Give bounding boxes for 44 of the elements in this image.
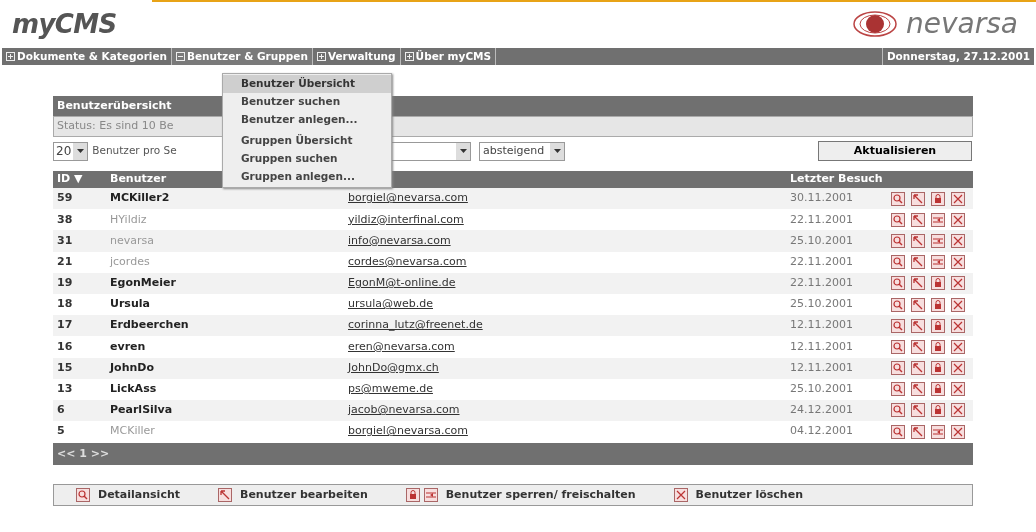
- id-cell-text: 15: [56, 359, 74, 376]
- date-cell-text: 24.12.2001: [789, 402, 854, 419]
- username-cell-text: Erdbeerchen: [109, 317, 190, 334]
- date-cell-text: 04.12.2001: [789, 423, 854, 440]
- legend-label: Benutzer löschen: [695, 487, 803, 503]
- username-cell-text: nevarsa: [109, 232, 155, 249]
- username-cell-text: MCKiller2: [109, 190, 171, 207]
- legend-label: Benutzer sperren/ freischalten: [445, 487, 636, 503]
- date-cell-text: 30.11.2001: [789, 190, 854, 207]
- id-cell-text: 21: [56, 253, 74, 270]
- id-cell-text: 17: [56, 317, 74, 334]
- legend-label: Detailansicht: [98, 487, 180, 503]
- id-cell-text: 38: [56, 211, 74, 228]
- id-cell-text: 13: [56, 381, 74, 398]
- id-cell-text: 16: [56, 338, 74, 355]
- date-cell-text: 12.11.2001: [789, 317, 854, 334]
- id-cell-text: 18: [56, 296, 74, 313]
- username-cell-text: LickAss: [109, 381, 158, 398]
- username-cell-text: Ursula: [109, 296, 151, 313]
- date-cell-text: 22.11.2001: [789, 253, 854, 270]
- id-cell-text: 19: [56, 275, 74, 292]
- per-page-label: Benutzer pro Se: [92, 143, 177, 159]
- id-cell-text: 31: [56, 232, 74, 249]
- date-cell-text: 22.11.2001: [789, 275, 854, 292]
- username-cell-text: MCKiller: [109, 423, 156, 440]
- legend-label: Benutzer bearbeiten: [240, 487, 368, 503]
- brand-logo: nevarsa: [906, 6, 1018, 42]
- id-cell-text: 59: [56, 190, 74, 207]
- username-cell-text: EgonMeier: [109, 275, 177, 292]
- logo-text: myCMS: [12, 7, 117, 41]
- date-cell-text: 12.11.2001: [789, 338, 854, 355]
- username-cell-text: jcordes: [109, 253, 151, 270]
- username-cell-text: PearlSilva: [109, 402, 174, 419]
- date-cell-text: 25.10.2001: [789, 232, 854, 249]
- date-cell-text: 12.11.2001: [789, 359, 854, 376]
- date-cell-text: 22.11.2001: [789, 211, 854, 228]
- date-label: Donnerstag, 27.12.2001: [886, 48, 1030, 64]
- username-cell-text: evren: [109, 338, 147, 355]
- id-cell-text: 5: [56, 423, 66, 440]
- date-cell-text: 25.10.2001: [789, 381, 854, 398]
- id-cell-text: 6: [56, 402, 66, 419]
- username-cell-text: HYildiz: [109, 211, 148, 228]
- username-cell-text: JohnDo: [108, 359, 155, 376]
- date-cell-text: 25.10.2001: [789, 296, 854, 313]
